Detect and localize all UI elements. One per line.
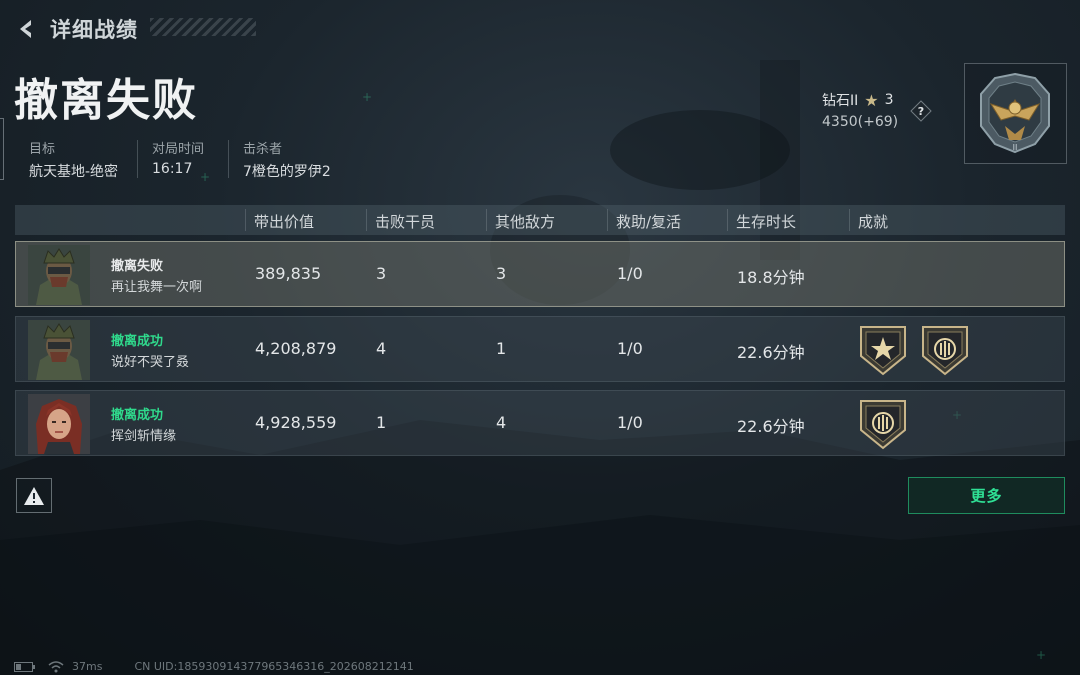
table-row[interactable]: 撤离失败 再让我舞一次啊 389,835 3 3 1/0 18.8分钟 [15,241,1065,307]
rank-name: 钻石II [822,93,859,109]
target-label: 目标 [29,142,56,157]
assists-cell: 1/0 [617,413,643,432]
header-divider [607,209,608,231]
status-bar: 37ms CN UID:1859309143779653463​16_20260… [14,660,414,673]
rank-score: 4350(+69) [822,114,899,130]
header-kills: 击败干员 [375,213,436,231]
killer-value: 7橙色的罗伊2 [243,164,331,180]
header-assists: 救助/复活 [616,213,682,231]
kills-cell: 4 [376,339,387,358]
row-status: 撤离成功 [111,334,164,349]
header-divider [849,209,850,231]
info-divider [228,140,229,178]
time-label: 对局时间 [152,142,205,157]
wifi-icon [48,660,64,672]
female-avatar [28,394,90,454]
header-others: 其他敌方 [495,213,556,231]
info-time: 对局时间 16:17 [152,138,204,177]
rank-info: 钻石II ★ 3 4350(+69) [822,90,899,131]
report-button[interactable] [16,478,52,513]
player-name: 说好不哭了叒 [111,355,190,370]
target-value: 航天基地-绝密 [29,164,119,180]
result-title: 撤离失败 [14,75,198,126]
value-cell: 389,835 [255,264,322,283]
row-status: 撤离失败 [111,259,164,274]
assists-cell: 1/0 [617,339,643,358]
info-divider [137,140,138,178]
emblem-medal-icon[interactable] [858,398,908,450]
header-divider [486,209,487,231]
header-duration: 生存时长 [736,213,797,231]
time-value: 16:17 [152,161,193,177]
duration-cell: 22.6分钟 [737,343,805,362]
value-cell: 4,928,559 [255,413,337,432]
header-stripes-decor [150,18,256,36]
row-status: 撤离成功 [111,408,164,423]
left-accent-decor [0,118,4,180]
header-divider [245,209,246,231]
player-name: 再让我舞一次啊 [111,280,203,295]
star-medal-icon[interactable] [858,324,908,376]
duration-cell: 22.6分钟 [737,417,805,436]
header-title: 详细战绩 [50,18,138,42]
others-cell: 3 [496,264,507,283]
killer-label: 击杀者 [243,142,283,157]
kills-cell: 3 [376,264,387,283]
info-killer: 击杀者 7橙色的罗伊2 [243,138,331,181]
emblem-medal-icon[interactable] [920,324,970,376]
svg-text:?: ? [918,105,924,118]
back-button[interactable] [14,16,40,42]
kills-cell: 1 [376,413,387,432]
table-row[interactable]: 撤离成功 挥剑斩情缘 4,928,559 1 4 1/0 22.6分钟 [15,390,1065,456]
rank-stars: 3 [884,92,894,108]
decor-cross: + [1036,648,1047,662]
table-row[interactable]: 撤离成功 说好不哭了叒 4,208,879 4 1 1/0 22.6分钟 [15,316,1065,382]
warning-icon [24,486,44,505]
question-icon[interactable]: ? [910,100,932,122]
star-icon: ★ [864,90,879,110]
others-cell: 1 [496,339,507,358]
more-button[interactable]: 更多 [908,477,1065,514]
header-value: 带出价值 [254,213,315,231]
ping-text: 37ms [72,660,103,673]
others-cell: 4 [496,413,507,432]
decor-cross: + [362,90,373,104]
duration-cell: 18.8分钟 [737,268,805,287]
back-arrow-icon [20,20,31,38]
rank-badge[interactable]: II [964,63,1067,164]
value-cell: 4,208,879 [255,339,337,358]
header-divider [727,209,728,231]
header-achievements: 成就 [858,213,889,231]
eagle-rank-badge-icon: II [980,72,1050,154]
info-target: 目标 航天基地-绝密 [29,138,118,181]
soldier-avatar [28,245,90,305]
svg-text:II: II [1013,143,1018,152]
player-name: 挥剑斩情缘 [111,429,177,444]
assists-cell: 1/0 [617,264,643,283]
uid-text: CN UID:1859309143779653463​16_2026082121… [134,660,414,673]
battery-icon [14,661,35,672]
page-header: 详细战绩 [14,14,138,44]
soldier-avatar [28,320,90,380]
table-header: 带出价值 击败干员 其他敌方 救助/复活 生存时长 成就 [15,205,1065,235]
header-divider [366,209,367,231]
